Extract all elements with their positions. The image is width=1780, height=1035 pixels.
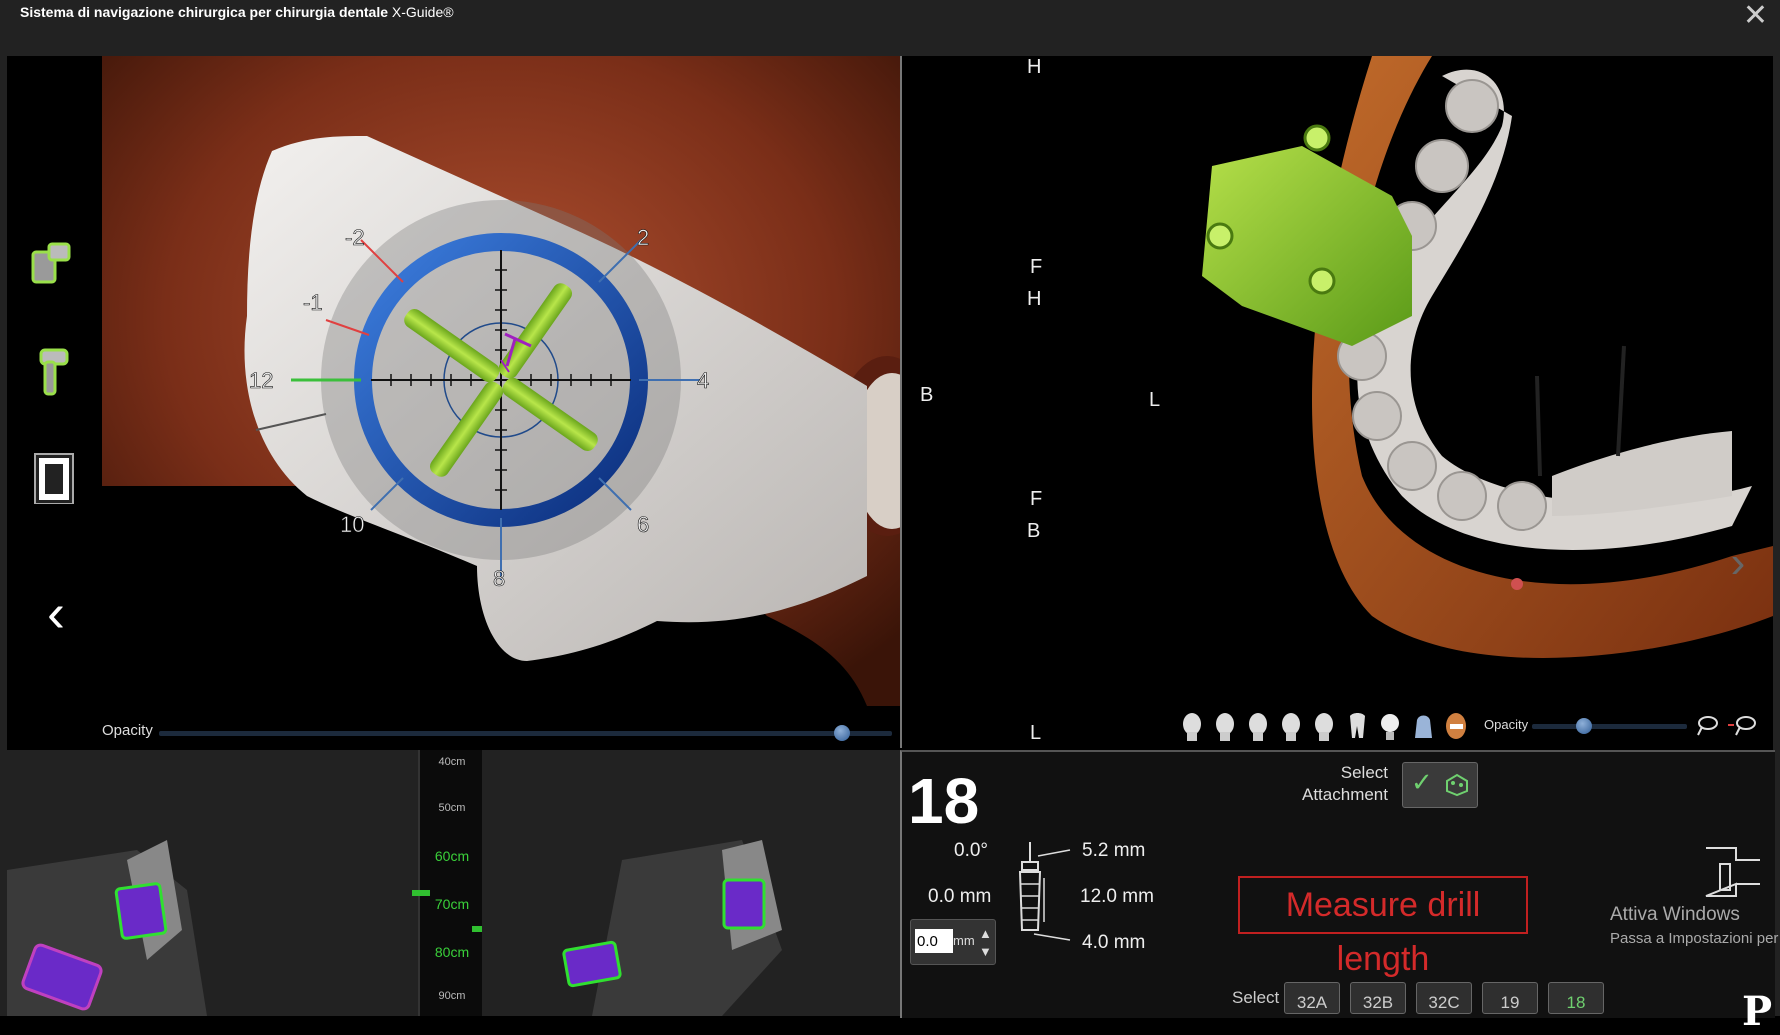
corner-letter: P bbox=[1742, 988, 1773, 1035]
tooth-number: 18 bbox=[908, 765, 980, 837]
attachment-icon bbox=[1446, 773, 1468, 797]
head-view-back-icon[interactable] bbox=[1279, 712, 1304, 742]
navigation-3d-view[interactable]: -2 -1 12 2 4 10 8 6 ‹ Opacity bbox=[7, 56, 900, 748]
dial-label-6: 6 bbox=[637, 512, 649, 537]
camera-right-image bbox=[482, 750, 900, 1016]
drill-32b-button[interactable]: 32B bbox=[1350, 982, 1406, 1014]
dial-label-minus1: -1 bbox=[303, 290, 323, 315]
bulb-view-icon[interactable] bbox=[1378, 712, 1403, 742]
jaw-3d-view[interactable]: › Opacity bbox=[1172, 56, 1773, 748]
lasso-remove-icon[interactable] bbox=[1728, 713, 1758, 739]
dial-label-4: 4 bbox=[697, 368, 709, 393]
orient-label-l-bottom: L bbox=[1030, 722, 1042, 744]
activate-windows-title: Attiva Windows bbox=[1610, 904, 1740, 925]
opacity-slider[interactable] bbox=[159, 731, 892, 736]
angle-value: 0.0° bbox=[954, 840, 989, 861]
dial-label-10: 10 bbox=[340, 512, 364, 537]
jaw-opacity-slider-knob[interactable] bbox=[1576, 718, 1592, 734]
tracker-icon[interactable] bbox=[25, 238, 77, 290]
face-view-icon[interactable] bbox=[1444, 712, 1469, 742]
length-value: 12.0 mm bbox=[1080, 886, 1154, 907]
orient-label-h-top: H bbox=[1027, 56, 1042, 78]
depth-tick-70: 70cm bbox=[434, 896, 470, 912]
head-view-right-icon[interactable] bbox=[1246, 712, 1271, 742]
select-attachment-button[interactable]: ✓ bbox=[1402, 762, 1478, 808]
orient-label-b-left: B bbox=[920, 384, 934, 406]
drill-32a-button[interactable]: 32A bbox=[1284, 982, 1340, 1014]
dial-label-8: 8 bbox=[493, 566, 505, 591]
check-icon: ✓ bbox=[1411, 767, 1433, 797]
drill-32c-label: 32C bbox=[1428, 993, 1460, 1012]
window-title: Sistema di navigazione chirurgica per ch… bbox=[20, 4, 454, 20]
depth-tick-50: 50cm bbox=[438, 802, 466, 814]
depth-tick-40: 40cm bbox=[438, 756, 466, 768]
jaw-scene bbox=[1202, 56, 1773, 658]
navigation-scene: -2 -1 12 2 4 10 8 6 bbox=[102, 56, 900, 706]
next-arrow-icon[interactable]: › bbox=[1703, 528, 1773, 598]
dial-label-2: 2 bbox=[637, 225, 649, 250]
view-presets bbox=[1180, 712, 1469, 744]
offset-value: 0.0 mm bbox=[928, 886, 992, 907]
offset-stepper[interactable]: mm ▲ ▼ bbox=[910, 919, 996, 965]
depth-tick-80: 80cm bbox=[434, 944, 470, 960]
window-title-brand: X-Guide® bbox=[391, 4, 454, 20]
skull-view-icon[interactable] bbox=[1411, 712, 1436, 742]
dial-label-12: 12 bbox=[249, 368, 273, 393]
previous-arrow-icon[interactable]: ‹ bbox=[47, 586, 65, 640]
select-attachment-label: Select Attachment bbox=[1302, 762, 1388, 806]
opacity-slider-knob[interactable] bbox=[834, 725, 850, 741]
camera-view-left bbox=[7, 750, 418, 1016]
orient-label-l-right: L bbox=[1149, 389, 1161, 411]
drill-32b-label: 32B bbox=[1362, 993, 1394, 1012]
camera-view-right bbox=[482, 750, 900, 1016]
dial-label-minus2: -2 bbox=[345, 225, 365, 250]
head-view-front-icon[interactable] bbox=[1180, 712, 1205, 742]
activate-windows-subtitle: Passa a Impostazioni per a bbox=[1610, 930, 1780, 947]
drill-icon[interactable] bbox=[27, 346, 79, 398]
offset-input[interactable] bbox=[915, 929, 953, 953]
pattern-icon[interactable] bbox=[29, 452, 81, 504]
offset-unit: mm bbox=[953, 933, 975, 948]
tooth-view-icon[interactable] bbox=[1345, 712, 1370, 742]
head-view-left-icon[interactable] bbox=[1213, 712, 1238, 742]
depth-tick-60: 60cm bbox=[434, 848, 470, 864]
device-icon[interactable] bbox=[1702, 844, 1766, 900]
diameter-bottom-value: 4.0 mm bbox=[1082, 932, 1146, 953]
orient-label-f-lower: F bbox=[1030, 488, 1043, 510]
select-attachment-line2: Attachment bbox=[1302, 785, 1388, 804]
opacity-label: Opacity bbox=[102, 722, 153, 739]
measure-drill-length-button[interactable]: Measure drill length bbox=[1238, 876, 1528, 978]
drill-32c-button[interactable]: 32C bbox=[1416, 982, 1472, 1014]
title-bar: Sistema di navigazione chirurgica per ch… bbox=[0, 0, 1780, 56]
depth-scale: 40cm 50cm 60cm 70cm 80cm 90cm bbox=[412, 750, 490, 1016]
diameter-top-value: 5.2 mm bbox=[1082, 840, 1146, 861]
jaw-opacity-label: Opacity bbox=[1484, 717, 1529, 732]
drill-19-label: 19 bbox=[1500, 993, 1520, 1012]
offset-down-icon[interactable]: ▼ bbox=[979, 944, 992, 959]
left-frame bbox=[0, 56, 7, 1016]
drill-selector: 32A 32B 32C 19 18 bbox=[1284, 982, 1604, 1014]
drill-32a-label: 32A bbox=[1296, 993, 1328, 1012]
orient-label-b-mid: B bbox=[1027, 520, 1041, 542]
lasso-icon[interactable] bbox=[1694, 713, 1720, 739]
drill-18-button[interactable]: 18 bbox=[1548, 982, 1604, 1014]
drill-18-label: 18 bbox=[1566, 993, 1586, 1012]
implant-diagram bbox=[1018, 842, 1071, 941]
window-title-text: Sistema di navigazione chirurgica per ch… bbox=[20, 4, 388, 20]
jaw-opacity-slider[interactable] bbox=[1532, 724, 1687, 729]
select-attachment-line1: Select bbox=[1340, 763, 1388, 782]
orientation-panel: H F H B L F B L bbox=[900, 56, 1174, 748]
offset-up-icon[interactable]: ▲ bbox=[979, 926, 992, 941]
drill-19-button[interactable]: 19 bbox=[1482, 982, 1538, 1014]
orient-label-f-upper: F bbox=[1030, 256, 1043, 278]
orient-label-h-mid: H bbox=[1027, 288, 1042, 310]
close-button[interactable]: ✕ bbox=[1743, 0, 1768, 33]
surgical-guide bbox=[1202, 146, 1412, 346]
select-drill-label: Select bbox=[1232, 988, 1280, 1007]
camera-left-image bbox=[7, 750, 418, 1016]
depth-marker-left bbox=[412, 890, 430, 896]
head-view-top-icon[interactable] bbox=[1312, 712, 1337, 742]
implant-info-panel: 18 0.0° 0.0 mm mm ▲ ▼ 5.2 mm 12.0 mm 4.0… bbox=[900, 750, 1780, 1035]
depth-tick-90: 90cm bbox=[438, 990, 466, 1002]
